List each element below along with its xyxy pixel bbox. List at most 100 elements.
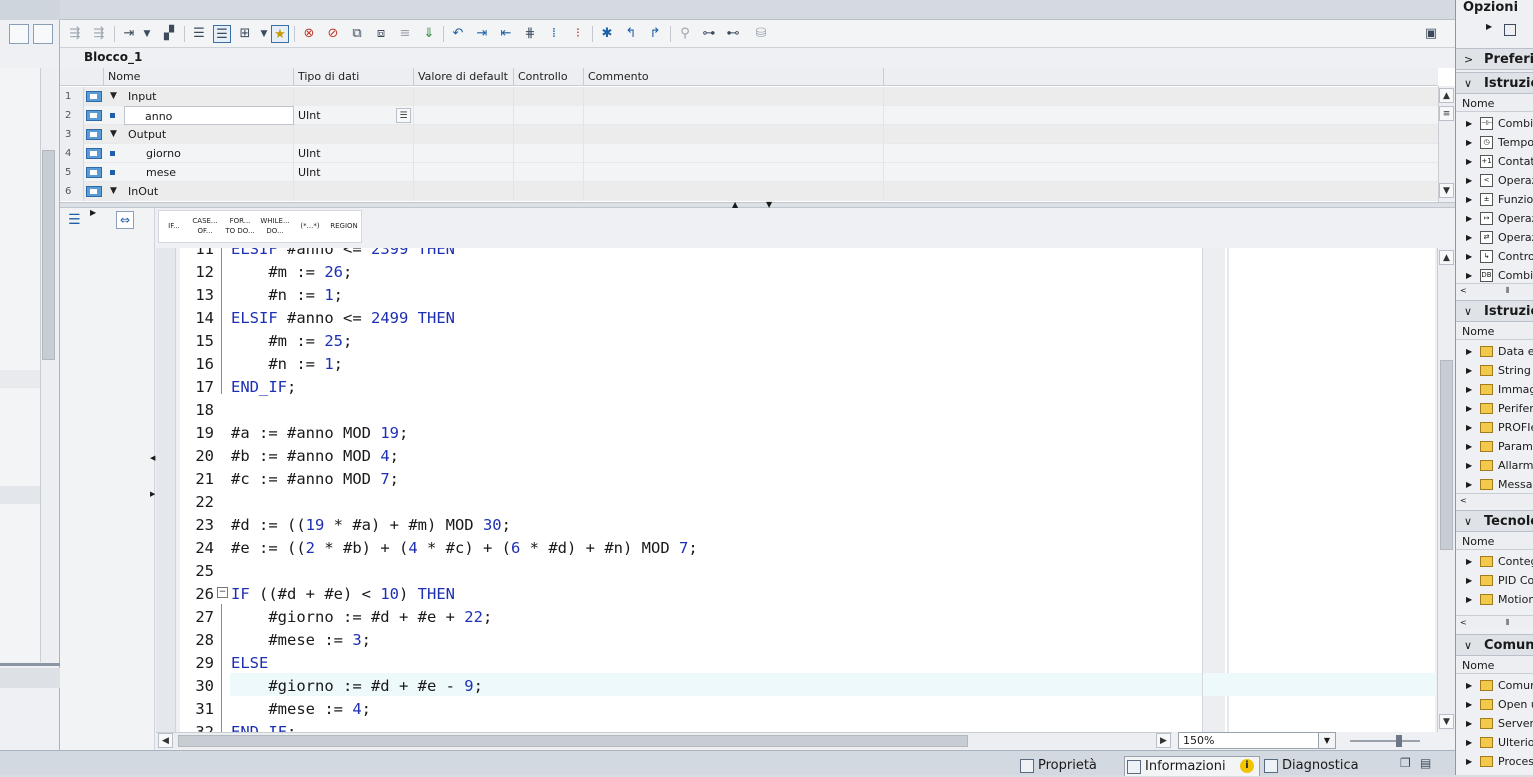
download-icon[interactable]: ⇓: [420, 25, 438, 43]
column-header-nome[interactable]: Nome: [104, 68, 294, 86]
list-item[interactable]: ▶ Server: [1456, 714, 1533, 733]
code-line[interactable]: #e := ((2 * #b) + (4 * #c) + (6 * #d) + …: [231, 537, 698, 560]
splitter-up-icon[interactable]: ▲: [732, 200, 738, 209]
code-line[interactable]: #d := ((19 * #a) + #m) MOD 30;: [231, 514, 511, 537]
list-view-icon[interactable]: [9, 24, 29, 44]
code-line[interactable]: IF ((#d + #e) < 10) THEN: [231, 583, 455, 606]
row-check[interactable]: [514, 163, 584, 182]
monitor-on-icon[interactable]: ⊶: [700, 25, 718, 43]
plug-icon[interactable]: ▞: [160, 25, 178, 43]
code-line[interactable]: END_IF;: [231, 376, 296, 399]
database-icon[interactable]: ⛁: [752, 25, 770, 43]
editor-vertical-scrollbar[interactable]: ▲ ▼: [1437, 248, 1455, 732]
row-default[interactable]: [414, 182, 514, 201]
outline-icon[interactable]: ☰: [68, 212, 81, 228]
row-comment[interactable]: [584, 163, 884, 182]
expand-arrow-icon[interactable]: ▶: [90, 208, 96, 217]
row-name[interactable]: mese: [124, 163, 294, 182]
row-check[interactable]: [514, 87, 584, 106]
code-editor[interactable]: − 11 ELSIF #anno <= 2399 THEN 12 #m := 2…: [180, 248, 1202, 732]
code-line[interactable]: END_IF;: [231, 721, 296, 732]
tab-diagnostica[interactable]: Diagnostica: [1262, 756, 1380, 776]
comment-icon[interactable]: ⁞: [545, 25, 563, 43]
column-header-commento[interactable]: Commento: [584, 68, 884, 86]
column-header-controllo[interactable]: Controllo: [514, 68, 584, 86]
zoom-select[interactable]: 150%: [1178, 732, 1336, 749]
copy-icon[interactable]: ⧉: [348, 25, 366, 43]
row-check[interactable]: [514, 182, 584, 201]
list-item[interactable]: ▶ +1 Contat: [1456, 152, 1533, 171]
editor-scroll-thumb[interactable]: [1440, 360, 1453, 550]
list-item[interactable]: ▶ Messa: [1456, 475, 1533, 494]
zoom-slider[interactable]: [1350, 740, 1420, 742]
code-line[interactable]: #giorno := #d + #e - 9;: [231, 675, 483, 698]
list-item[interactable]: ▶⇄Operaz: [1456, 228, 1533, 247]
scroll-left-icon[interactable]: ◀: [158, 733, 173, 748]
section-comunicazione[interactable]: ∨Comunicazione: [1456, 634, 1533, 656]
list-item[interactable]: [0, 486, 40, 504]
list-item[interactable]: ▶ Data e: [1456, 342, 1533, 361]
add-row-icon[interactable]: ⇶: [90, 25, 108, 43]
row-comment[interactable]: [584, 87, 884, 106]
code-line[interactable]: #b := #anno MOD 4;: [231, 445, 399, 468]
list-item[interactable]: ▶Conteg: [1456, 552, 1533, 571]
row-name[interactable]: InOut: [124, 182, 294, 201]
list-item[interactable]: ▶ Proces: [1456, 752, 1533, 771]
section-istruzioni-base[interactable]: ∨Istruzioni base: [1456, 72, 1533, 113]
remove-icon[interactable]: ⊘: [324, 25, 342, 43]
row-check[interactable]: [514, 125, 584, 144]
code-line[interactable]: #giorno := #d + #e + 22;: [231, 606, 492, 629]
next-bookmark-icon[interactable]: ↱: [646, 25, 664, 43]
row-comment[interactable]: [584, 125, 884, 144]
columns-icon[interactable]: ⋕: [521, 25, 539, 43]
view-option-icon[interactable]: [1504, 24, 1516, 36]
left-scroll-thumb[interactable]: [42, 150, 55, 360]
tab-proprieta[interactable]: Proprietà: [1018, 756, 1122, 776]
project-tree-list[interactable]: [0, 68, 40, 662]
dropdown-arrow-icon[interactable]: ▼: [138, 25, 156, 43]
expand-right-icon[interactable]: ▶: [150, 490, 155, 498]
list-icon[interactable]: ☰: [190, 25, 208, 43]
window-list-icon[interactable]: ▤: [1420, 756, 1431, 770]
export-icon[interactable]: [33, 24, 53, 44]
expand-arrow-icon[interactable]: ▶: [1486, 22, 1492, 31]
zoom-slider-thumb[interactable]: [1396, 735, 1402, 747]
code-line[interactable]: ELSE: [231, 652, 268, 675]
zoom-dropdown-icon[interactable]: ▼: [1318, 733, 1335, 748]
row-default[interactable]: [414, 163, 514, 182]
template-if[interactable]: IF...: [165, 221, 183, 231]
list-item[interactable]: ▶ ◷ Tempo: [1456, 133, 1533, 152]
list-item[interactable]: ▶ PID Co: [1456, 571, 1533, 590]
scroll-down-icon[interactable]: ▼: [1439, 183, 1454, 198]
paste-icon[interactable]: ⧈: [372, 25, 390, 43]
row-type[interactable]: [294, 87, 414, 106]
row-name[interactable]: anno: [124, 106, 294, 125]
pane-splitter[interactable]: ▲ ▼: [60, 200, 1455, 209]
split-view-icon[interactable]: ▣: [1422, 25, 1440, 43]
list-item[interactable]: ▶↦Operaz: [1456, 209, 1533, 228]
scroll-right-icon[interactable]: ▶: [1156, 733, 1171, 748]
code-line[interactable]: #c := #anno MOD 7;: [231, 468, 399, 491]
horizontal-scrollbar[interactable]: < ⦀: [1456, 283, 1533, 297]
list-item[interactable]: ▶<Operaz: [1456, 171, 1533, 190]
section-istruzioni-ampliate[interactable]: ∨Istruzioni ampliate: [1456, 300, 1533, 341]
row-type[interactable]: UInt: [294, 163, 414, 182]
row-name[interactable]: giorno: [124, 144, 294, 163]
list-item[interactable]: ▶Open u: [1456, 695, 1533, 714]
table-row[interactable]: 6 ▼ InOut: [60, 182, 1438, 201]
column-header-valore-default[interactable]: Valore di default: [414, 68, 514, 86]
horizontal-scrollbar[interactable]: <: [1456, 493, 1533, 507]
list-item[interactable]: ▶ Immag: [1456, 380, 1533, 399]
previous-bookmark-icon[interactable]: ↰: [622, 25, 640, 43]
collapse-arrow-icon[interactable]: ▼: [110, 88, 117, 105]
code-line[interactable]: #m := 26;: [231, 261, 352, 284]
details-view-icon[interactable]: ☰: [213, 25, 231, 43]
row-type[interactable]: [294, 182, 414, 201]
go-back-icon[interactable]: ↶: [449, 25, 467, 43]
row-comment[interactable]: [584, 182, 884, 201]
monitor-off-icon[interactable]: ⊷: [724, 25, 742, 43]
row-type[interactable]: UInt: [294, 144, 414, 163]
list-item[interactable]: ▶ ⊣⊢ Combi: [1456, 114, 1533, 133]
list-item[interactable]: ▶ ↳ Contro: [1456, 247, 1533, 266]
table-row[interactable]: 1 ▼ Input: [60, 87, 1438, 106]
